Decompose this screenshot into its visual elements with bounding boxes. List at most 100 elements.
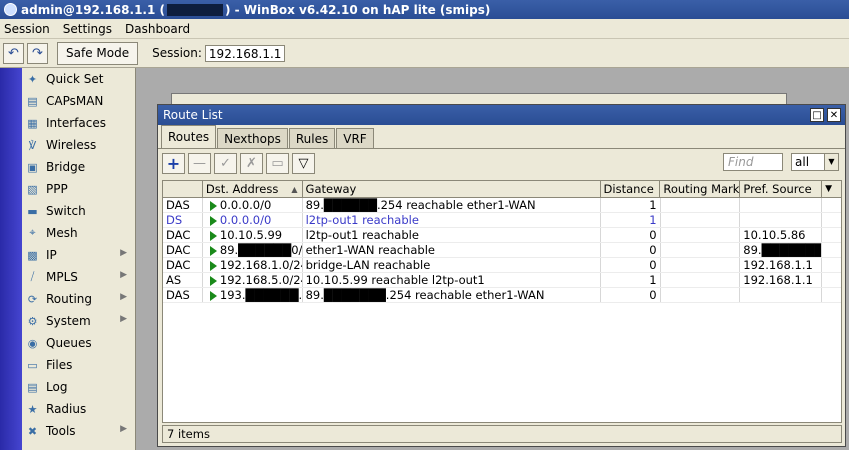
filter-select-value: all: [795, 155, 810, 169]
table-row[interactable]: DAC 89.██████0/24 ether1-WAN reachable 0…: [163, 243, 841, 258]
sidebar-item-interfaces[interactable]: ▦ Interfaces: [22, 112, 135, 134]
sidebar-item-queues[interactable]: ◉ Queues: [22, 332, 135, 354]
comment-button[interactable]: ▭: [266, 152, 289, 174]
sidebar-item-ip[interactable]: ▩ IP ▶: [22, 244, 135, 266]
tab-nexthops[interactable]: Nexthops: [217, 128, 288, 148]
gear-icon: ⚙: [27, 314, 38, 328]
add-button[interactable]: +: [162, 152, 185, 174]
route-flag-icon: [209, 230, 217, 241]
sidebar-item-routing[interactable]: ⟳ Routing ▶: [22, 288, 135, 310]
status-bar: 7 items: [162, 425, 842, 443]
sidebar-item-files[interactable]: ▭ Files: [22, 354, 135, 376]
menu-session[interactable]: Session: [4, 22, 50, 36]
sidebar-item-switch[interactable]: ▬ Switch: [22, 200, 135, 222]
filter-select[interactable]: all ▼: [791, 153, 839, 171]
col-flags[interactable]: [163, 181, 203, 197]
wireless-icon: ℣: [28, 138, 37, 152]
sidebar-item-system[interactable]: ⚙ System ▶: [22, 310, 135, 332]
col-gateway[interactable]: Gateway: [303, 181, 601, 197]
sidebar-item-mesh[interactable]: ⌖ Mesh: [22, 222, 135, 244]
sidebar-item-label: MPLS: [46, 270, 78, 284]
sidebar-item-label: Routing: [46, 292, 93, 306]
sidebar-item-quick-set[interactable]: ✦ Quick Set: [22, 68, 135, 90]
cross-icon: ✗: [246, 155, 257, 171]
sidebar-item-label: Mesh: [46, 226, 78, 240]
route-list-titlebar[interactable]: Route List □ ✕: [158, 105, 845, 125]
sidebar-item-log[interactable]: ▤ Log: [22, 376, 135, 398]
tools-icon: ✖: [27, 424, 38, 438]
submenu-arrow-icon: ▶: [120, 314, 127, 324]
session-value: 192.168.1.1: [204, 44, 286, 62]
capsman-icon: ▤: [27, 94, 38, 108]
bridge-icon: ▣: [27, 160, 38, 174]
mpls-icon: ⧸: [30, 270, 35, 283]
maximize-icon: □: [812, 109, 822, 121]
table-row[interactable]: DAC 192.168.1.0/24 bridge-LAN reachable …: [163, 258, 841, 273]
menu-settings[interactable]: Settings: [63, 22, 112, 36]
tab-rules[interactable]: Rules: [288, 128, 336, 148]
table-row[interactable]: DAS 0.0.0.0/0 89.██████.254 reachable et…: [163, 198, 841, 213]
menu-dashboard[interactable]: Dashboard: [125, 22, 190, 36]
col-routing-mark[interactable]: Routing Mark: [660, 181, 741, 197]
filter-icon: ▽: [298, 155, 309, 171]
sort-asc-icon: ▲: [291, 184, 298, 194]
chevron-down-icon: ▼: [825, 184, 832, 194]
table-row[interactable]: DAS 193.██████.1... 89.███████.254 reach…: [163, 288, 841, 303]
table-row[interactable]: DS 0.0.0.0/0 l2tp-out1 reachable 1: [163, 213, 841, 228]
maximize-button[interactable]: □: [810, 108, 824, 122]
col-distance[interactable]: Distance: [601, 181, 661, 197]
session-label: Session:: [152, 46, 202, 60]
sidebar-item-label: Wireless: [46, 138, 97, 152]
col-pref-source[interactable]: Pref. Source: [740, 181, 823, 197]
window-titlebar: admin@192.168.1.1 ( ) - WinBox v6.42.10 …: [0, 0, 849, 19]
submenu-arrow-icon: ▶: [120, 424, 127, 434]
mesh-icon: ⌖: [29, 226, 36, 239]
submenu-arrow-icon: ▶: [120, 292, 127, 302]
sidebar-item-label: Log: [46, 380, 68, 394]
col-dst-address[interactable]: Dst. Address ▲: [203, 181, 303, 197]
sidebar-item-mpls[interactable]: ⧸ MPLS ▶: [22, 266, 135, 288]
route-tabs: Routes Nexthops Rules VRF: [158, 125, 845, 149]
disable-button[interactable]: ✗: [240, 152, 263, 174]
folder-icon: ▭: [27, 358, 38, 372]
sidebar-item-radius[interactable]: ★ Radius: [22, 398, 135, 420]
safe-mode-button[interactable]: Safe Mode: [57, 41, 139, 65]
sidebar-item-ppp[interactable]: ▧ PPP: [22, 178, 135, 200]
route-table: Dst. Address ▲ Gateway Distance Routing M…: [162, 180, 842, 423]
main-toolbar: ↶ ↷ Safe Mode Session: 192.168.1.1: [0, 39, 849, 68]
remove-button[interactable]: —: [188, 152, 211, 174]
sidebar-stripe: [0, 68, 22, 450]
close-button[interactable]: ✕: [827, 108, 841, 122]
sidebar-item-wireless[interactable]: ℣ Wireless: [22, 134, 135, 156]
switch-icon: ▬: [27, 204, 38, 218]
filter-button[interactable]: ▽: [292, 152, 315, 174]
sidebar-item-label: PPP: [46, 182, 68, 196]
sidebar-item-bridge[interactable]: ▣ Bridge: [22, 156, 135, 178]
undo-button[interactable]: ↶: [3, 42, 24, 64]
route-toolbar: + — ✓ ✗ ▭ ▽ Find all ▼: [158, 149, 845, 177]
tab-vrf[interactable]: VRF: [336, 128, 374, 148]
find-input[interactable]: Find: [723, 153, 783, 171]
enable-button[interactable]: ✓: [214, 152, 237, 174]
redo-button[interactable]: ↷: [27, 42, 48, 64]
sidebar-item-label: Quick Set: [46, 72, 104, 86]
table-row[interactable]: AS 192.168.5.0/24 10.10.5.99 reachable l…: [163, 273, 841, 288]
route-flag-icon: [209, 260, 217, 271]
route-list-title: Route List: [163, 108, 223, 122]
sidebar-item-label: IP: [46, 248, 57, 262]
undo-icon: ↶: [8, 45, 19, 61]
ip-icon: ▩: [27, 248, 38, 262]
table-row[interactable]: DAC 10.10.5.99 l2tp-out1 reachable 0 10.…: [163, 228, 841, 243]
sidebar-item-label: Files: [46, 358, 73, 372]
submenu-arrow-icon: ▶: [120, 270, 127, 280]
column-menu-button[interactable]: ▼: [822, 181, 841, 197]
tab-routes[interactable]: Routes: [161, 125, 217, 148]
redacted-block: [166, 3, 223, 16]
ppp-icon: ▧: [27, 182, 38, 196]
interfaces-icon: ▦: [27, 116, 38, 130]
wand-icon: ✦: [27, 72, 38, 86]
route-flag-icon: [209, 275, 217, 286]
sidebar-item-capsman[interactable]: ▤ CAPsMAN: [22, 90, 135, 112]
sidebar-item-tools[interactable]: ✖ Tools ▶: [22, 420, 135, 442]
sidebar: ✦ Quick Set ▤ CAPsMAN ▦ Interfaces ℣ Wireles…: [22, 68, 136, 450]
